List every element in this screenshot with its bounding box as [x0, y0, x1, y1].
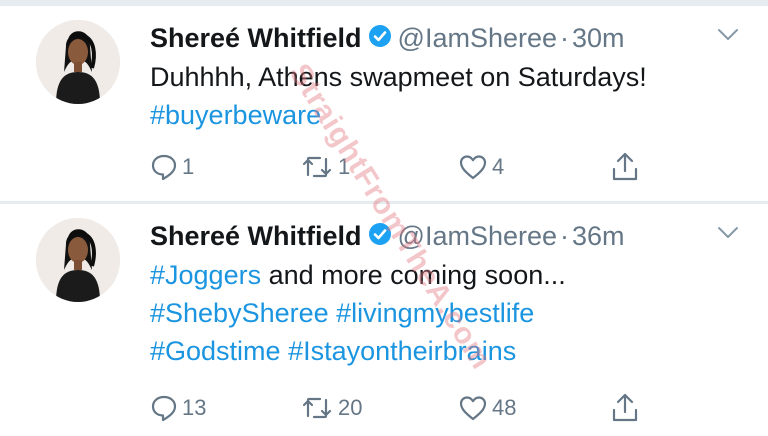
reply-button[interactable]: 1	[150, 149, 194, 185]
text-segment: and more coming soon...	[261, 260, 566, 290]
verified-badge-icon	[368, 25, 391, 48]
share-button[interactable]	[610, 149, 640, 185]
tweet-card[interactable]: Shereé Whitfield @IamSheree · 30m Duhhhh, A…	[0, 6, 768, 201]
tweet-text: Duhhhh, Athens swapmeet on Saturdays! #b…	[150, 58, 750, 134]
tweet-actions: 13 20 48	[150, 390, 650, 426]
reply-count: 13	[182, 395, 207, 420]
tweet-text-line: Duhhhh, Athens swapmeet on Saturdays!	[150, 58, 750, 96]
avatar[interactable]	[36, 20, 120, 104]
hashtag-link[interactable]: #Joggers	[150, 260, 261, 290]
twitter-timeline: Shereé Whitfield @IamSheree · 30m Duhhhh, A…	[0, 0, 768, 436]
timestamp[interactable]: 36m	[572, 221, 625, 251]
heart-icon	[459, 396, 487, 421]
chevron-down-icon[interactable]	[717, 226, 739, 240]
like-count: 48	[492, 395, 517, 420]
tweet-card[interactable]: Shereé Whitfield @IamSheree · 36m #Joggers …	[0, 204, 768, 436]
like-button[interactable]: 48	[458, 390, 516, 426]
verified-badge-icon	[368, 223, 391, 246]
text-segment	[281, 336, 289, 366]
tweet-text: #Joggers and more coming soon... #ShebyS…	[150, 256, 750, 370]
tweet-text-line: #Godstime #Istayontheirbrains	[150, 332, 750, 370]
retweet-icon	[302, 156, 332, 178]
timestamp[interactable]: 30m	[572, 23, 625, 53]
author-handle[interactable]: @IamSheree	[398, 221, 557, 251]
reply-count: 1	[182, 154, 195, 179]
hashtag-link[interactable]: #Istayontheirbrains	[288, 336, 516, 366]
tweet-text-line: #buyerbeware	[150, 96, 750, 134]
hashtag-link[interactable]: #Godstime	[150, 336, 281, 366]
tweet-actions: 1 1 4	[150, 149, 650, 185]
reply-icon	[151, 154, 177, 181]
retweet-button[interactable]: 20	[300, 390, 362, 426]
author-handle[interactable]: @IamSheree	[398, 23, 557, 53]
like-button[interactable]: 4	[458, 149, 504, 185]
share-icon	[612, 393, 638, 422]
separator-dot: ·	[560, 22, 570, 53]
tweet-header: Shereé Whitfield @IamSheree · 30m	[150, 16, 625, 56]
reply-button[interactable]: 13	[150, 390, 206, 426]
avatar[interactable]	[36, 218, 120, 302]
tweet-text-line: #ShebySheree #livingmybestlife	[150, 294, 750, 332]
hashtag-link[interactable]: #buyerbeware	[150, 100, 321, 130]
author-name[interactable]: Shereé Whitfield	[150, 221, 362, 251]
share-icon	[612, 152, 638, 181]
text-segment: Duhhhh, Athens swapmeet on Saturdays!	[150, 62, 647, 92]
retweet-count: 1	[338, 154, 351, 179]
reply-icon	[151, 395, 177, 422]
retweet-count: 20	[338, 395, 363, 420]
separator-dot: ·	[560, 220, 570, 251]
retweet-icon	[302, 397, 332, 419]
heart-icon	[459, 155, 487, 180]
tweet-header: Shereé Whitfield @IamSheree · 36m	[150, 214, 625, 254]
tweet-text-line: #Joggers and more coming soon...	[150, 256, 750, 294]
hashtag-link[interactable]: #ShebySheree	[150, 298, 329, 328]
retweet-button[interactable]: 1	[300, 149, 350, 185]
like-count: 4	[492, 154, 505, 179]
hashtag-link[interactable]: #livingmybestlife	[336, 298, 534, 328]
share-button[interactable]	[610, 390, 640, 426]
chevron-down-icon[interactable]	[717, 28, 739, 42]
author-name[interactable]: Shereé Whitfield	[150, 23, 362, 53]
